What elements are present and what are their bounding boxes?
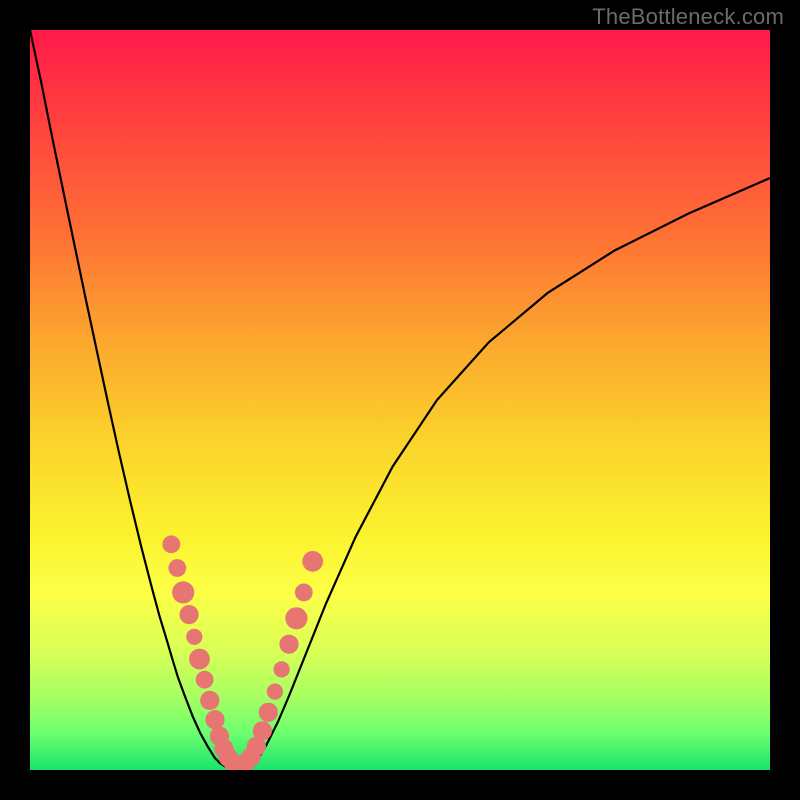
curve-bead [253, 721, 272, 740]
curve-bead [186, 629, 202, 645]
watermark-label: TheBottleneck.com [592, 4, 784, 30]
chart-svg [30, 30, 770, 770]
curve-bead [285, 607, 307, 629]
curve-beads [162, 535, 323, 770]
curve-bead [279, 635, 298, 654]
curve-bead [180, 605, 199, 624]
curve-bead [162, 535, 180, 553]
curve-bead [274, 661, 290, 677]
curve-bead [168, 559, 186, 577]
chart-plot-area [30, 30, 770, 770]
curve-bead [302, 551, 323, 572]
bottleneck-curve [30, 30, 770, 769]
chart-frame: TheBottleneck.com [0, 0, 800, 800]
curve-bead [295, 584, 313, 602]
curve-bead [200, 691, 219, 710]
curve-bead [259, 703, 278, 722]
curve-bead [172, 581, 194, 603]
curve-bead [205, 710, 224, 729]
curve-bead [189, 649, 210, 670]
curve-bead [267, 684, 283, 700]
curve-bead [196, 671, 214, 689]
